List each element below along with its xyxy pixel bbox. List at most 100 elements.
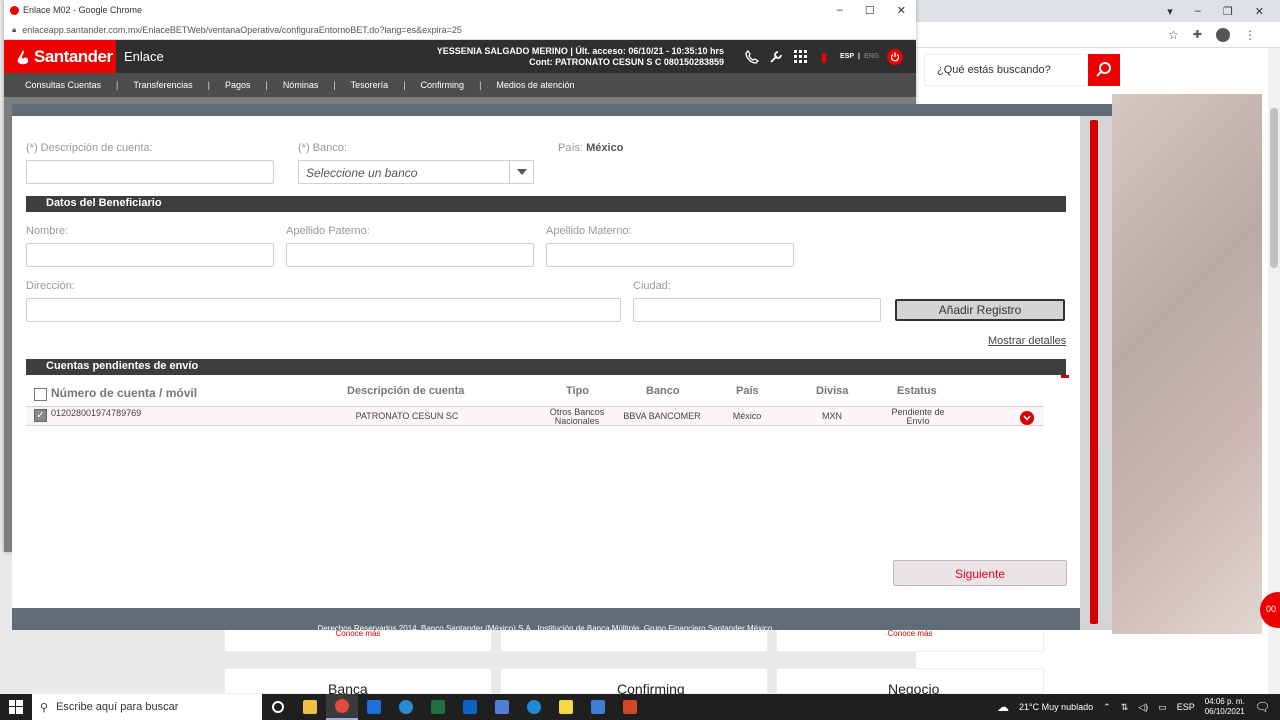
modal-footer: Derechos Reservados 2014. Banco Santande… <box>12 608 1080 630</box>
site-search-button[interactable] <box>1088 54 1120 86</box>
sticky-notes-icon[interactable] <box>550 694 582 720</box>
popup-url[interactable]: enlaceapp.santander.com.mx/EnlaceBETWeb/… <box>22 25 462 35</box>
clock[interactable]: 04:06 p. m. 06/10/2021 <box>1205 697 1245 717</box>
dropbox-icon[interactable] <box>358 694 390 720</box>
excel-icon[interactable] <box>422 694 454 720</box>
profile-avatar-icon[interactable] <box>1216 27 1230 42</box>
maximize-icon[interactable]: ☐ <box>865 4 875 17</box>
taskbar-search[interactable]: ⚲ Escribe aquí para buscar <box>32 694 262 720</box>
nav-transferencias[interactable]: Transferencias <box>133 80 192 90</box>
nombre-input[interactable] <box>26 243 274 267</box>
add-record-button[interactable]: Añadir Registro <box>895 299 1065 321</box>
col-pais[interactable]: País <box>736 385 759 397</box>
minimize-icon[interactable]: – <box>1195 5 1201 17</box>
page-scroll-thumb[interactable] <box>1270 108 1278 268</box>
minimize-icon[interactable]: – <box>837 4 843 17</box>
powerpoint-icon[interactable] <box>614 694 646 720</box>
chrome-icon <box>10 5 19 15</box>
close-icon[interactable]: ✕ <box>897 4 906 17</box>
cell-estatus-line2: Envío <box>906 416 930 426</box>
tray-chevron-icon[interactable]: ⌃ <box>1103 702 1111 713</box>
network-icon[interactable]: ⇅ <box>1121 702 1129 713</box>
promo-card[interactable] <box>500 628 768 652</box>
file-explorer-icon[interactable] <box>294 694 326 720</box>
nav-consultas-cuentas[interactable]: Consultas Cuentas <box>25 80 101 90</box>
nav-separator: | <box>479 80 482 90</box>
cloud-icon[interactable]: ☁ <box>997 700 1009 714</box>
dropdown-icon[interactable]: ▾ <box>1167 5 1173 18</box>
flame-icon <box>17 49 29 64</box>
promo-card[interactable]: Conoce más <box>776 628 1044 652</box>
cortana-icon[interactable] <box>262 694 294 720</box>
col-banco[interactable]: Banco <box>646 385 680 397</box>
wrench-icon[interactable] <box>768 49 784 65</box>
card-link[interactable]: Conoce más <box>336 629 381 638</box>
outlook-icon[interactable] <box>454 694 486 720</box>
banco-select[interactable]: Seleccione un banco <box>298 160 534 184</box>
lock-icon: 🔒︎ <box>12 24 17 34</box>
power-icon[interactable] <box>887 48 904 65</box>
battery-icon[interactable]: ▭ <box>1158 702 1167 713</box>
apellido-materno-label: Apellido Materno: <box>546 225 632 237</box>
weather-text[interactable]: 21°C Muy nublado <box>1019 702 1093 712</box>
santander-logo[interactable]: Santander <box>4 40 116 73</box>
restore-icon[interactable]: ❐ <box>1223 5 1233 18</box>
col-tipo[interactable]: Tipo <box>566 385 589 397</box>
taskbar-search-placeholder: Escribe aquí para buscar <box>56 701 179 713</box>
nav-separator: | <box>207 80 210 90</box>
menu-icon[interactable]: ⋮ <box>1244 28 1256 42</box>
app-icon[interactable] <box>486 694 518 720</box>
notifications-icon[interactable]: 🗨︎ <box>1255 700 1270 714</box>
modal-scroll-thumb[interactable] <box>1090 120 1098 624</box>
show-details-link[interactable]: Mostrar detalles <box>988 335 1066 347</box>
windows-start-icon[interactable] <box>0 694 32 720</box>
promo-card[interactable]: Conoce más <box>224 628 492 652</box>
popup-titlebar: Enlace M02 - Google Chrome – ☐ ✕ <box>4 0 916 20</box>
close-icon[interactable]: ✕ <box>1255 5 1264 18</box>
nav-separator: | <box>333 80 336 90</box>
nav-tesoreria[interactable]: Tesorería <box>351 80 389 90</box>
lang-eng[interactable]: ENG <box>864 53 879 60</box>
nav-medios-atencion[interactable]: Medios de atención <box>496 80 574 90</box>
descripcion-label: (*) Descripción de cuenta: <box>26 142 153 154</box>
chat-bubble[interactable]: 00 <box>1260 592 1280 628</box>
col-numero-cuenta[interactable]: Número de cuenta / móvil <box>51 386 197 400</box>
nav-nominas[interactable]: Nóminas <box>283 80 319 90</box>
edge-icon[interactable] <box>390 694 422 720</box>
chevron-down-icon[interactable] <box>509 161 533 183</box>
beneficiario-section-header: Datos del Beneficiario <box>26 196 1066 212</box>
background-toolbar: ☆ ✚ ⋮ <box>916 22 1280 48</box>
grid-icon[interactable] <box>792 49 808 65</box>
ciudad-input[interactable] <box>633 298 881 322</box>
row-checkbox[interactable]: ✓ <box>34 409 47 422</box>
cell-divisa: MXN <box>822 411 842 421</box>
chrome-taskbar-icon[interactable] <box>326 694 358 720</box>
lang-esp[interactable]: ESP <box>840 53 854 60</box>
descripcion-input[interactable] <box>26 160 274 184</box>
alert-icon[interactable]: ▮ <box>816 49 832 65</box>
col-estatus[interactable]: Estatus <box>897 385 937 397</box>
site-search-input[interactable]: ¿Qué estás buscando? <box>924 54 1090 86</box>
internet-explorer-icon[interactable] <box>518 694 550 720</box>
col-divisa[interactable]: Divisa <box>816 385 848 397</box>
nav-pagos[interactable]: Pagos <box>225 80 251 90</box>
pais-label: País: <box>558 142 584 154</box>
extensions-icon[interactable]: ✚ <box>1193 28 1202 41</box>
next-button[interactable]: Siguiente <box>893 560 1067 586</box>
nav-confirming[interactable]: Confirming <box>421 80 465 90</box>
language-switch[interactable]: ESP | ENG <box>840 53 879 60</box>
expand-row-icon[interactable] <box>1020 411 1034 425</box>
modal-scrollbar[interactable] <box>1080 116 1112 630</box>
select-all-checkbox[interactable] <box>34 388 47 401</box>
apellido-paterno-input[interactable] <box>286 243 534 267</box>
volume-icon[interactable]: ◁) <box>1138 702 1148 713</box>
col-descripcion[interactable]: Descripción de cuenta <box>347 385 464 397</box>
apellido-materno-input[interactable] <box>546 243 794 267</box>
popup-urlbar[interactable]: 🔒︎ enlaceapp.santander.com.mx/EnlaceBETW… <box>4 20 916 40</box>
card-link[interactable]: Conoce más <box>888 629 933 638</box>
phone-icon[interactable] <box>744 49 760 65</box>
direccion-input[interactable] <box>26 298 621 322</box>
store-icon[interactable] <box>582 694 614 720</box>
keyboard-language[interactable]: ESP <box>1177 702 1195 712</box>
star-icon[interactable]: ☆ <box>1168 28 1179 42</box>
